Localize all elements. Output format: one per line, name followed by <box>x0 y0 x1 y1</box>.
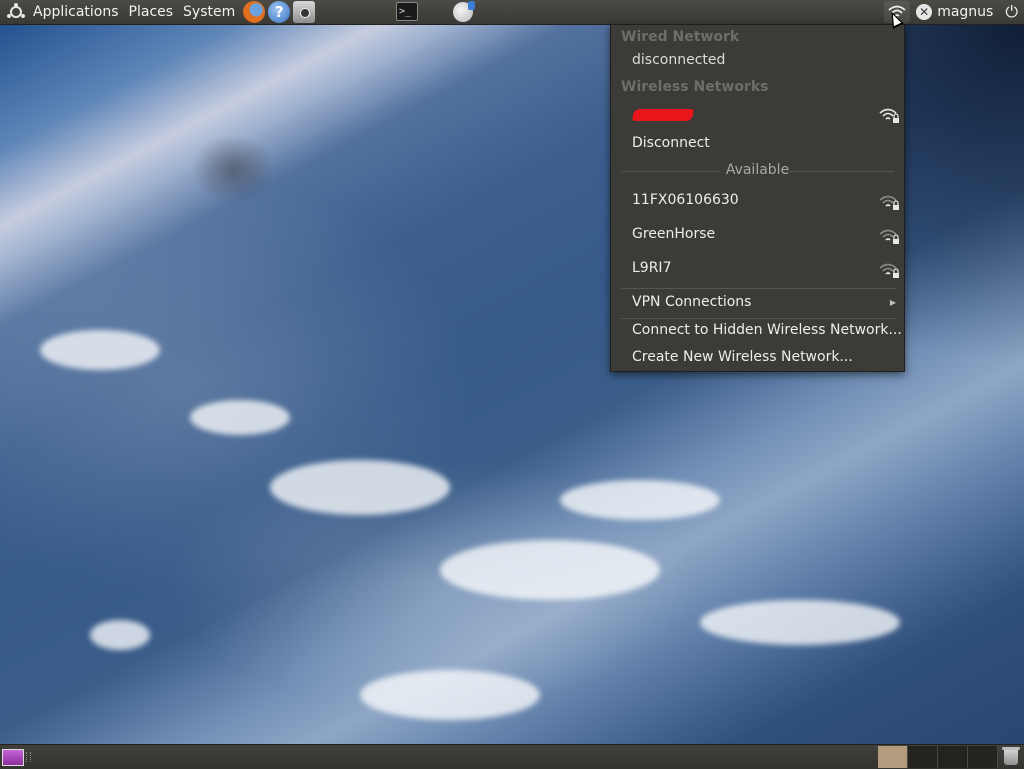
wallpaper-cloud <box>90 620 150 650</box>
wifi-signal-weak-icon <box>879 263 899 278</box>
network-item[interactable]: GreenHorse <box>611 223 904 249</box>
wallpaper-cloud <box>700 600 900 645</box>
workspace-2[interactable] <box>908 746 938 768</box>
wallpaper-cloud <box>270 460 450 515</box>
wallpaper-cloud <box>440 540 660 600</box>
wired-network-status: disconnected <box>632 52 726 68</box>
help-icon[interactable]: ? <box>268 1 291 23</box>
power-icon[interactable]: ⏻ <box>1005 0 1018 24</box>
wallpaper-cloud <box>190 400 290 435</box>
user-status-icon: ✕ <box>916 4 933 20</box>
wallpaper-cloud <box>40 330 160 370</box>
terminal-icon[interactable]: >_ <box>396 2 418 21</box>
wifi-signal-icon <box>879 108 899 123</box>
update-manager-icon[interactable] <box>453 1 475 22</box>
network-ssid: 11FX06106630 <box>632 192 739 208</box>
bottom-panel <box>0 744 1024 769</box>
network-menu: Wired Network disconnected Wireless Netw… <box>610 24 905 372</box>
user-name: magnus <box>937 4 994 20</box>
top-panel: Applications Places System ? >_ ✕ magnus… <box>0 0 1024 25</box>
system-tray: ✕ magnus ⏻ <box>884 0 1024 24</box>
wired-network-header: Wired Network <box>621 29 740 45</box>
places-menu[interactable]: Places <box>124 0 179 24</box>
vpn-connections-item[interactable]: VPN Connections ▶ <box>611 292 904 316</box>
wifi-signal-weak-icon <box>879 229 899 244</box>
vpn-connections-label: VPN Connections <box>632 294 752 310</box>
connected-network-item[interactable] <box>611 103 904 127</box>
menu-separator <box>621 318 896 319</box>
network-ssid: L9RI7 <box>632 260 672 276</box>
connect-hidden-network-item[interactable]: Connect to Hidden Wireless Network... <box>611 322 925 338</box>
redacted-ssid <box>631 109 695 121</box>
submenu-arrow-icon: ▶ <box>889 298 896 307</box>
applications-menu[interactable]: Applications <box>28 0 124 24</box>
panel-handle <box>26 752 31 762</box>
network-item[interactable]: 11FX06106630 <box>611 189 904 215</box>
disconnect-item[interactable]: Disconnect <box>611 135 925 151</box>
menu-separator <box>621 288 896 289</box>
available-label: Available <box>719 162 796 178</box>
workspace-4[interactable] <box>968 746 998 768</box>
network-item[interactable]: L9RI7 <box>611 257 904 283</box>
create-new-network-item[interactable]: Create New Wireless Network... <box>611 349 925 365</box>
wallpaper-cloud <box>360 670 540 720</box>
screenshot-icon[interactable] <box>293 1 316 23</box>
wireless-networks-header: Wireless Networks <box>621 79 769 95</box>
wifi-signal-weak-icon <box>879 195 899 210</box>
network-ssid: GreenHorse <box>632 226 716 242</box>
workspace-1[interactable] <box>878 746 908 768</box>
available-separator: Available <box>611 162 904 182</box>
wallpaper-cloud <box>560 480 720 520</box>
ubuntu-logo-icon[interactable] <box>7 3 25 20</box>
trash-icon[interactable] <box>1002 747 1020 765</box>
firefox-icon[interactable] <box>243 1 266 23</box>
workspace-3[interactable] <box>938 746 968 768</box>
show-desktop-icon[interactable] <box>2 749 24 766</box>
system-menu[interactable]: System <box>178 0 240 24</box>
user-menu[interactable]: ✕ magnus <box>916 4 993 20</box>
